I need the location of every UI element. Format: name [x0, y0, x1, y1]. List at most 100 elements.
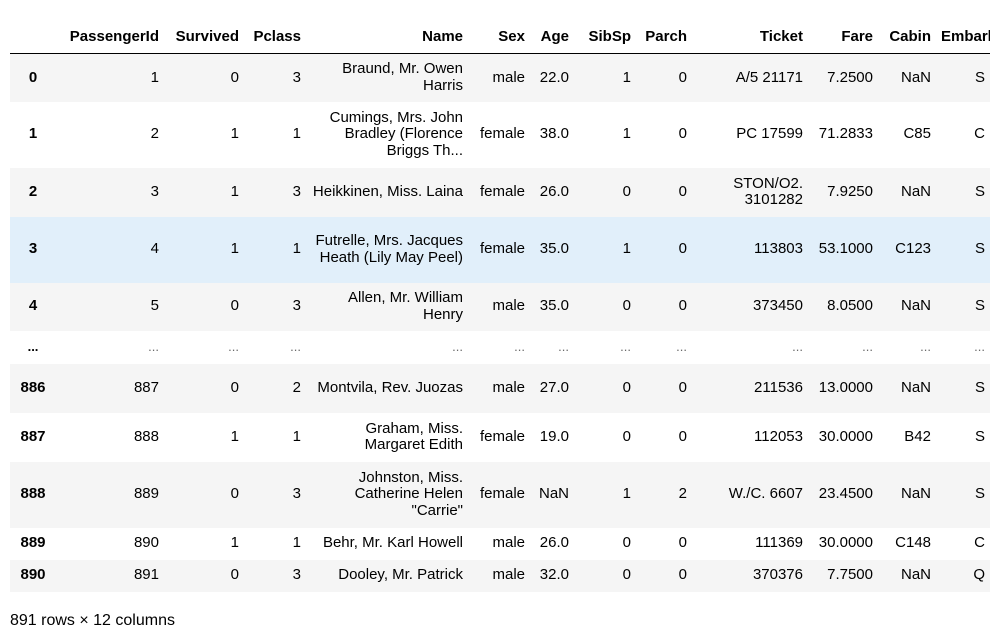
- row-index: 887: [20, 427, 46, 445]
- table-cell: 0: [230, 297, 239, 315]
- col-ticket: Ticket: [692, 22, 808, 54]
- table-cell: 3: [292, 182, 301, 200]
- table-cell: male: [492, 566, 525, 584]
- table-cell: Behr, Mr. Karl Howell: [322, 534, 463, 552]
- table-cell: 26.0: [539, 182, 569, 200]
- table-cell: ...: [452, 338, 463, 354]
- table-cell: 19.0: [539, 427, 569, 445]
- table-cell: 0: [678, 378, 687, 396]
- table-cell: NaN: [900, 182, 931, 200]
- table-row: 886 887 0 2 Montvila, Rev. Juozas male 27.0 0 0 2…: [10, 363, 990, 413]
- table-cell: 1: [292, 534, 301, 552]
- table-cell: Dooley, Mr. Patrick: [338, 566, 463, 584]
- row-index: 0: [28, 68, 38, 86]
- table-row: 0 1 0 3 Braund, Mr. Owen Harris male 22.0 1 0 A/5…: [10, 53, 990, 102]
- table-cell: 22.0: [539, 68, 569, 86]
- table-cell: male: [492, 378, 525, 396]
- table-cell: female: [479, 240, 525, 258]
- table-cell: 890: [133, 534, 159, 552]
- table-cell: 1: [292, 427, 301, 445]
- table-cell: ...: [228, 338, 239, 354]
- table-cell: female: [479, 182, 525, 200]
- table-cell: 1: [230, 182, 239, 200]
- table-cell: Heikkinen, Miss. Laina: [312, 182, 463, 200]
- table-cell: 27.0: [539, 378, 569, 396]
- header-row: PassengerId Survived Pclass Name Sex Age SibSp…: [10, 22, 990, 54]
- row-index: 2: [28, 182, 38, 200]
- table-row: 1 2 1 1 Cumings, Mrs. John Bradley (Florence…: [10, 101, 990, 168]
- table-cell: 211536: [754, 378, 803, 396]
- table-cell: 0: [230, 566, 239, 584]
- dataframe-output: PassengerId Survived Pclass Name Sex Age SibSp…: [0, 0, 1000, 640]
- table-cell: 113803: [754, 240, 803, 258]
- table-cell: STON/O2. 3101282: [733, 174, 803, 208]
- table-cell: ...: [558, 338, 569, 354]
- table-row: 890 891 0 3 Dooley, Mr. Patrick male 32.0 0 0 370…: [10, 559, 990, 592]
- table-cell: NaN: [900, 68, 931, 86]
- table-header: PassengerId Survived Pclass Name Sex Age SibSp…: [10, 22, 990, 54]
- table-cell: 1: [622, 125, 631, 143]
- table-cell: 0: [678, 68, 687, 86]
- table-cell: S: [974, 485, 985, 503]
- dataframe-shape: 891 rows × 12 columns: [10, 612, 175, 629]
- table-cell: NaN: [900, 566, 931, 584]
- col-pclass: Pclass: [244, 22, 306, 54]
- table-cell: ...: [620, 338, 631, 354]
- table-cell: 1: [230, 427, 239, 445]
- table-cell: C85: [903, 125, 931, 143]
- table-cell: ...: [920, 338, 931, 354]
- col-sibsp: SibSp: [574, 22, 636, 54]
- col-age: Age: [530, 22, 574, 54]
- col-name: Name: [306, 22, 468, 54]
- table-cell: 1: [622, 240, 631, 258]
- table-row: 887 888 1 1 Graham, Miss. Margaret Edith fema…: [10, 412, 990, 462]
- table-cell: 1: [150, 68, 159, 86]
- table-cell: 26.0: [539, 534, 569, 552]
- table-cell: 0: [678, 182, 687, 200]
- table-cell: 23.4500: [818, 485, 873, 503]
- table-body: 0 1 0 3 Braund, Mr. Owen Harris male 22.0 1 0 A/5…: [10, 53, 990, 592]
- table-cell: 1: [622, 485, 631, 503]
- table-cell: 889: [133, 485, 159, 503]
- table-cell: S: [974, 182, 985, 200]
- table-cell: 3: [292, 485, 301, 503]
- table-cell: Allen, Mr. William Henry: [347, 289, 463, 323]
- table-cell: ...: [514, 338, 525, 354]
- table-cell: 0: [678, 427, 687, 445]
- table-cell: 891: [133, 566, 159, 584]
- table-cell: ...: [148, 338, 159, 354]
- table-cell: 0: [230, 485, 239, 503]
- row-index: 4: [28, 297, 38, 315]
- table-cell: 112053: [754, 427, 803, 445]
- table-cell: 0: [622, 566, 631, 584]
- table-cell: 2: [292, 378, 301, 396]
- table-cell: 111369: [755, 534, 803, 552]
- col-passengerid: PassengerId: [56, 22, 164, 54]
- table-cell: 53.1000: [818, 240, 873, 258]
- table-cell: 38.0: [539, 125, 569, 143]
- table-cell: 8.0500: [827, 297, 873, 315]
- table-cell: 71.2833: [818, 125, 873, 143]
- table-cell: 0: [678, 534, 687, 552]
- table-cell: B42: [904, 427, 931, 445]
- row-index: 889: [20, 534, 46, 552]
- table-cell: male: [492, 297, 525, 315]
- table-cell: W./C. 6607: [728, 485, 803, 503]
- table-cell: 888: [133, 427, 159, 445]
- table-row: 4 5 0 3 Allen, Mr. William Henry male 35.0 0 0 37…: [10, 282, 990, 331]
- col-cabin: Cabin: [878, 22, 936, 54]
- table-cell: 3: [292, 566, 301, 584]
- table-cell: PC 17599: [736, 125, 803, 143]
- table-cell: NaN: [900, 485, 931, 503]
- table-cell: NaN: [538, 485, 569, 503]
- table-cell: ...: [792, 338, 803, 354]
- col-embarked: Embarked: [936, 22, 990, 54]
- table-cell: 35.0: [539, 297, 569, 315]
- table-cell: 3: [150, 182, 159, 200]
- table-cell: 3: [292, 68, 301, 86]
- table-cell: S: [974, 378, 985, 396]
- table-cell: 1: [230, 240, 239, 258]
- table-cell: male: [492, 534, 525, 552]
- table-cell: C123: [895, 240, 931, 258]
- table-cell: 35.0: [539, 240, 569, 258]
